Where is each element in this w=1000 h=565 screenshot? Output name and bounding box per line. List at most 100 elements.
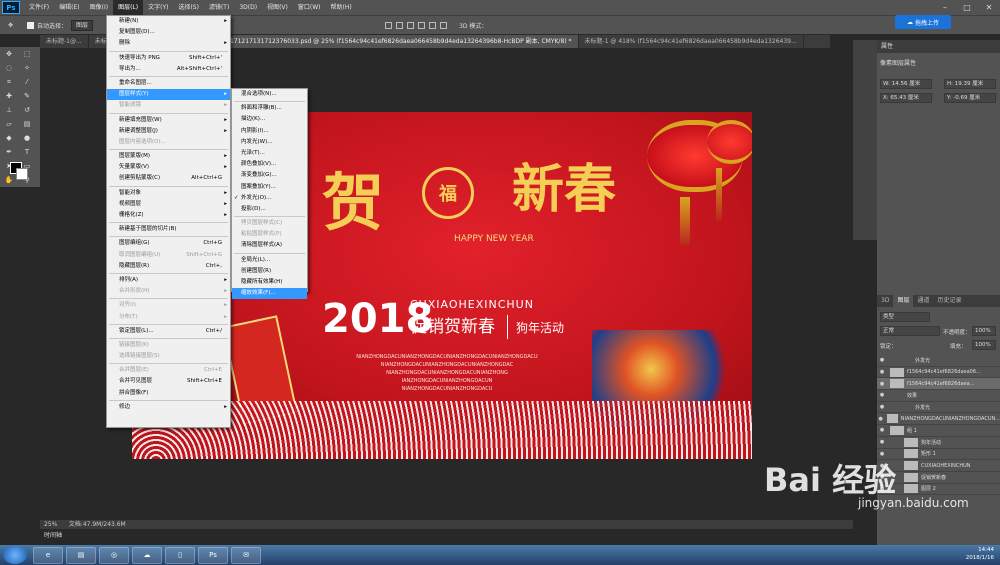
- blur-tool-icon[interactable]: ◆: [3, 133, 15, 143]
- eye-icon[interactable]: ●: [877, 404, 887, 410]
- menu-item[interactable]: 隐藏图层(R) Ctrl+,: [107, 261, 230, 272]
- menu-item[interactable]: 混合选项(N)...: [232, 89, 307, 100]
- system-clock[interactable]: 14:44 2018/1/16: [966, 546, 994, 562]
- align-icon[interactable]: [418, 21, 426, 29]
- menu-4[interactable]: 文字(Y): [143, 0, 173, 15]
- menu-item[interactable]: 新建基于图层的切片(B): [107, 224, 230, 235]
- y-field[interactable]: Y: -0.69 厘米: [944, 93, 996, 103]
- brush-tool-icon[interactable]: ✎: [21, 91, 33, 101]
- menu-6[interactable]: 滤镜(T): [204, 0, 234, 15]
- document-tab[interactable]: 未标题-1@...: [40, 35, 89, 48]
- minimize-icon[interactable]: –: [934, 0, 956, 15]
- gradient-tool-icon[interactable]: ▤: [21, 119, 33, 129]
- menu-item[interactable]: 拼合图像(F): [107, 388, 230, 399]
- opacity-field[interactable]: 100%: [972, 326, 996, 336]
- chrome-icon[interactable]: ◎: [99, 546, 129, 564]
- layer-row[interactable]: ● 外发光: [877, 355, 1000, 367]
- eye-icon[interactable]: ●: [877, 427, 887, 433]
- menu-item[interactable]: 内阴影(I)...: [232, 126, 307, 137]
- menu-item[interactable]: 栅格化(Z) ▸: [107, 210, 230, 221]
- menu-item[interactable]: 删除 ▸: [107, 38, 230, 49]
- menu-item[interactable]: 新建(N) ▸: [107, 16, 230, 27]
- menu-item[interactable]: 颜色叠加(V)...: [232, 159, 307, 170]
- layer-row[interactable]: ● NIANZHONGDACUNIANZHONGDACUN...: [877, 413, 1000, 426]
- menu-item[interactable]: 锁定图层(L)... Ctrl+/: [107, 326, 230, 337]
- menu-item[interactable]: 快速导出为 PNG Shift+Ctrl+': [107, 53, 230, 64]
- height-field[interactable]: H: 19.39 厘米: [944, 79, 996, 89]
- maximize-icon[interactable]: □: [956, 0, 978, 15]
- menu-1[interactable]: 编辑(E): [54, 0, 84, 15]
- menu-item[interactable]: 复制图层(D)...: [107, 27, 230, 38]
- align-icon[interactable]: [407, 21, 415, 29]
- type-tool-icon[interactable]: T: [21, 147, 33, 157]
- align-icon[interactable]: [385, 21, 393, 29]
- menu-item[interactable]: 渐变叠加(G)...: [232, 170, 307, 181]
- marquee-tool-icon[interactable]: ⬚: [21, 49, 33, 59]
- auto-select-dropdown[interactable]: 图层: [71, 19, 94, 31]
- background-color-swatch[interactable]: [16, 168, 28, 180]
- menu-item[interactable]: 图层样式(Y) ▸: [107, 89, 230, 101]
- eye-icon[interactable]: ●: [877, 439, 887, 445]
- start-button[interactable]: [3, 546, 27, 564]
- explorer-icon[interactable]: ▤: [66, 546, 96, 564]
- pen-tool-icon[interactable]: ✒: [3, 147, 15, 157]
- wechat-icon[interactable]: ✉: [231, 546, 261, 564]
- eye-icon[interactable]: ●: [877, 357, 887, 363]
- layer-row[interactable]: ● 效果: [877, 390, 1000, 402]
- menu-10[interactable]: 帮助(H): [326, 0, 357, 15]
- align-icon[interactable]: [429, 21, 437, 29]
- menu-item[interactable]: 创建剪贴蒙版(C) Alt+Ctrl+G: [107, 173, 230, 184]
- layer-kind-filter[interactable]: 类型: [880, 312, 930, 322]
- menu-item[interactable]: 隐藏所有效果(H): [232, 277, 307, 288]
- menu-item[interactable]: 图案叠加(Y)...: [232, 182, 307, 193]
- menu-item[interactable]: 视频图层 ▸: [107, 199, 230, 210]
- layer-row[interactable]: ● 狗年活动: [877, 437, 1000, 449]
- lasso-tool-icon[interactable]: ◌: [3, 63, 15, 73]
- photoshop-taskbar-icon[interactable]: Ps: [198, 546, 228, 564]
- menu-item[interactable]: 内发光(W)...: [232, 137, 307, 148]
- align-icon[interactable]: [440, 21, 448, 29]
- eye-icon[interactable]: ●: [877, 392, 887, 398]
- auto-select-checkbox[interactable]: [27, 21, 35, 29]
- menu-item[interactable]: 修边 ▸: [107, 402, 230, 413]
- baidu-cloud-icon[interactable]: ☁: [132, 546, 162, 564]
- menu-item[interactable]: 重命名图层...: [107, 78, 230, 89]
- layer-row[interactable]: ● 组 1: [877, 425, 1000, 437]
- menu-item[interactable]: 排列(A) ▸: [107, 275, 230, 286]
- blend-mode-select[interactable]: 正常: [880, 326, 940, 336]
- timeline-tab[interactable]: 时间轴: [40, 530, 100, 542]
- eraser-icon[interactable]: ▱: [3, 119, 15, 129]
- menu-item[interactable]: 光泽(T)...: [232, 148, 307, 159]
- menu-item[interactable]: ✓ 外发光(O)...: [232, 193, 307, 204]
- menu-item[interactable]: 全局光(L)...: [232, 255, 307, 266]
- layers-tab[interactable]: 图层: [893, 295, 914, 307]
- eyedropper-icon[interactable]: ⁄: [21, 77, 33, 87]
- magic-wand-icon[interactable]: ✧: [21, 63, 33, 73]
- menu-item[interactable]: 导出为... Alt+Shift+Ctrl+': [107, 64, 230, 75]
- dodge-tool-icon[interactable]: ●: [21, 133, 33, 143]
- layers-tab[interactable]: 3D: [877, 295, 893, 307]
- upload-button[interactable]: ☁ 拖拽上传: [895, 15, 951, 29]
- move-tool-icon[interactable]: ✥: [8, 22, 13, 29]
- crop-tool-icon[interactable]: ⌗: [3, 77, 15, 87]
- history-brush-icon[interactable]: ↺: [21, 105, 33, 115]
- document-icon[interactable]: ▯: [165, 546, 195, 564]
- layer-row[interactable]: ● 外发光: [877, 402, 1000, 414]
- width-field[interactable]: W: 14.56 厘米: [880, 79, 932, 89]
- menu-2[interactable]: 图像(I): [85, 0, 113, 15]
- menu-8[interactable]: 视图(V): [262, 0, 293, 15]
- menu-item[interactable]: 缩放效果(F)...: [232, 288, 307, 300]
- menu-item[interactable]: 投影(D)...: [232, 204, 307, 215]
- align-icon[interactable]: [396, 21, 404, 29]
- properties-tab[interactable]: 属性: [877, 40, 1000, 53]
- menu-item[interactable]: 图层编组(G) Ctrl+G: [107, 238, 230, 249]
- document-tab[interactable]: 未标题-1 @ 418% (f1564c94c41ef6826daea06645…: [579, 35, 804, 48]
- x-field[interactable]: X: 65.43 厘米: [880, 93, 932, 103]
- menu-item[interactable]: 矢量蒙版(V) ▸: [107, 162, 230, 173]
- zoom-level[interactable]: 25%: [44, 521, 57, 528]
- eye-icon[interactable]: ●: [877, 369, 887, 375]
- close-icon[interactable]: ✕: [978, 0, 1000, 15]
- menu-item[interactable]: 清除图层样式(A): [232, 240, 307, 251]
- menu-item[interactable]: 创建图层(R): [232, 266, 307, 277]
- eye-icon[interactable]: ●: [877, 416, 884, 422]
